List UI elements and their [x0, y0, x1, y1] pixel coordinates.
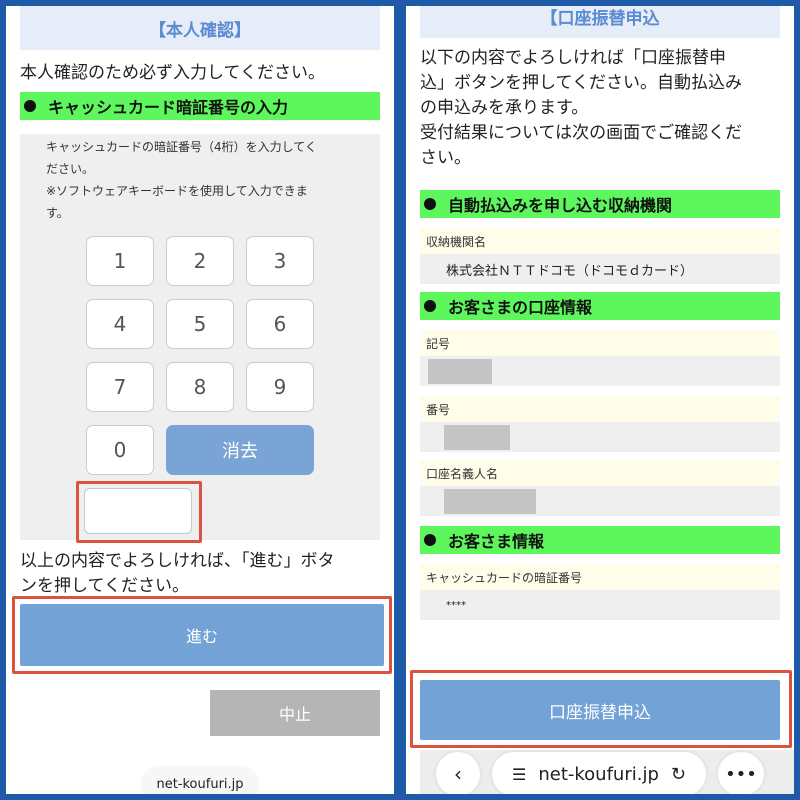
- page-title: 【本人確認】: [20, 6, 380, 50]
- url-bar[interactable]: net-koufuri.jp: [142, 768, 258, 794]
- holder-label: 口座名義人名: [420, 460, 780, 486]
- keypad-key-9[interactable]: 9: [246, 362, 314, 412]
- holder-value: [420, 486, 780, 516]
- keypad-key-1[interactable]: 1: [86, 236, 154, 286]
- masked-value: [428, 359, 492, 384]
- clear-button[interactable]: 消去: [166, 425, 314, 475]
- masked-value: [444, 489, 536, 514]
- confirm-text: 以上の内容でよろしければ、「進む」ボタ ンを押してください。: [20, 549, 394, 599]
- description-text: 以下の内容でよろしければ「口座振替申 込」ボタンを押してください。自動払込み の…: [420, 46, 790, 171]
- browser-toolbar: ‹ ☰ net-koufuri.jp ↻ •••: [420, 750, 794, 794]
- symbol-label: 記号: [420, 330, 780, 356]
- page-menu-icon: ☰: [512, 764, 527, 784]
- keypad-key-0[interactable]: 0: [86, 425, 154, 475]
- section-heading-text: キャッシュカード暗証番号の入力: [48, 98, 289, 117]
- section-heading-text: お客さまの口座情報: [448, 298, 593, 317]
- address-text: net-koufuri.jp: [538, 763, 659, 785]
- pin-instruction-line: キャッシュカードの暗証番号（4桁）を入力してく: [46, 140, 317, 154]
- number-label: 番号: [420, 396, 780, 422]
- page-title: 【口座振替申込: [420, 6, 780, 38]
- section-heading-text: 自動払込みを申し込む収納機関: [448, 196, 673, 215]
- pin-instructions: キャッシュカードの暗証番号（4桁）を入力してく ださい。 ※ソフトウェアキーボー…: [46, 136, 376, 224]
- confirm-text-line: 以上の内容でよろしければ、「進む」ボタ: [20, 551, 335, 571]
- pin-label: キャッシュカードの暗証番号: [420, 564, 780, 590]
- description-line: 込」ボタンを押してください。自動払込み: [420, 73, 742, 93]
- bullet-icon: [424, 300, 436, 312]
- bullet-icon: [24, 100, 36, 112]
- pin-instruction-line: す。: [46, 206, 69, 220]
- pin-input[interactable]: [84, 488, 192, 534]
- submit-button[interactable]: 口座振替申込: [420, 680, 780, 740]
- keypad-key-7[interactable]: 7: [86, 362, 154, 412]
- identity-check-screen: 【本人確認】 本人確認のため必ず入力してください。 キャッシュカード暗証番号の入…: [6, 6, 394, 794]
- bullet-icon: [424, 198, 436, 210]
- section-heading-institution: 自動払込みを申し込む収納機関: [420, 190, 780, 218]
- description-line: 以下の内容でよろしければ「口座振替申: [420, 48, 726, 68]
- section-heading-customer: お客さま情報: [420, 526, 780, 554]
- masked-value: [444, 425, 510, 450]
- back-icon[interactable]: ‹: [436, 752, 480, 794]
- number-value: [420, 422, 780, 452]
- institution-label: 収納機関名: [420, 228, 780, 254]
- description-line: さい。: [420, 148, 471, 168]
- pin-instruction-line: ださい。: [46, 162, 95, 176]
- keypad-key-8[interactable]: 8: [166, 362, 234, 412]
- reload-icon[interactable]: ↻: [671, 764, 686, 785]
- address-bar[interactable]: ☰ net-koufuri.jp ↻: [492, 752, 706, 794]
- more-icon[interactable]: •••: [718, 752, 764, 794]
- symbol-value: [420, 356, 780, 386]
- cancel-button[interactable]: 中止: [210, 690, 380, 736]
- keypad-key-4[interactable]: 4: [86, 299, 154, 349]
- institution-value: 株式会社ＮＴＴドコモ（ドコモｄカード）: [420, 254, 780, 284]
- bullet-icon: [424, 534, 436, 546]
- section-heading-pin: キャッシュカード暗証番号の入力: [20, 92, 380, 120]
- keypad-key-6[interactable]: 6: [246, 299, 314, 349]
- pin-value: ****: [420, 590, 780, 620]
- keypad-key-5[interactable]: 5: [166, 299, 234, 349]
- section-heading-text: お客さま情報: [448, 532, 545, 551]
- next-button[interactable]: 進む: [20, 604, 384, 666]
- transfer-application-screen: 【口座振替申込 以下の内容でよろしければ「口座振替申 込」ボタンを押してください…: [406, 6, 794, 794]
- keypad-key-3[interactable]: 3: [246, 236, 314, 286]
- intro-text: 本人確認のため必ず入力してください。: [20, 63, 325, 83]
- section-heading-account: お客さまの口座情報: [420, 292, 780, 320]
- pin-entry-area: キャッシュカードの暗証番号（4桁）を入力してく ださい。 ※ソフトウェアキーボー…: [20, 134, 380, 543]
- keypad-key-2[interactable]: 2: [166, 236, 234, 286]
- pin-instruction-line: ※ソフトウェアキーボードを使用して入力できま: [46, 184, 308, 198]
- description-line: の申込みを承ります。: [420, 98, 589, 118]
- description-line: 受付結果については次の画面でご確認くだ: [420, 123, 743, 143]
